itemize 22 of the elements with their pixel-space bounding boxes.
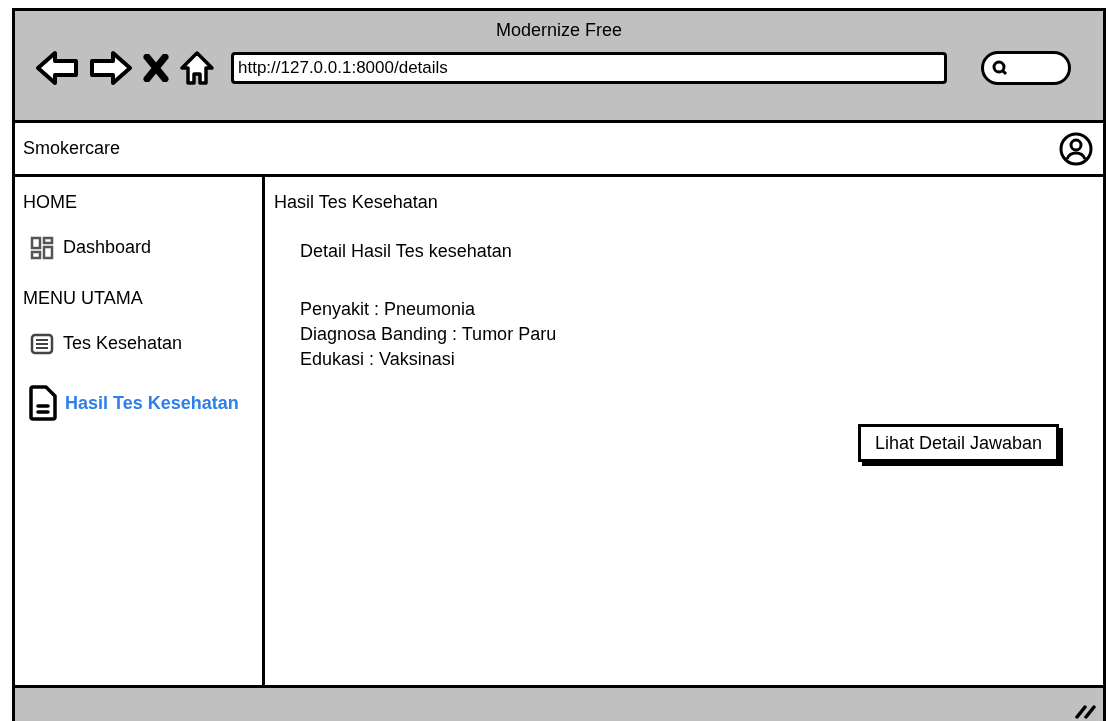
window-title: Modernize Free — [495, 19, 623, 42]
address-field[interactable]: http://127.0.0.1:8000/details — [231, 52, 947, 84]
forward-icon[interactable] — [89, 50, 133, 86]
page-title: Hasil Tes Kesehatan — [274, 191, 439, 214]
user-icon[interactable] — [1059, 131, 1093, 166]
section-title: Detail Hasil Tes kesehatan — [300, 240, 513, 263]
search-field[interactable] — [981, 51, 1071, 85]
dashboard-icon — [29, 234, 55, 261]
sidebar-link[interactable]: Hasil Tes Kesehatan — [65, 389, 239, 417]
search-icon — [992, 60, 1008, 76]
sidebar-link[interactable]: Dashboard — [63, 234, 152, 261]
close-icon[interactable] — [143, 54, 169, 82]
back-icon[interactable] — [35, 50, 79, 86]
section-heading: MENU UTAMA — [23, 287, 144, 310]
detail-text: Edukasi : Vaksinasi — [300, 348, 456, 371]
sidebar-link[interactable]: Tes Kesehatan — [63, 330, 183, 357]
home-icon[interactable] — [179, 50, 215, 86]
section-heading: HOME — [23, 191, 78, 214]
detail-text: Penyakit : Pneumonia — [300, 298, 477, 321]
document-icon — [29, 385, 57, 421]
app-title: Smokercare — [23, 137, 121, 160]
detail-text: Diagnosa Banding : Tumor Paru — [300, 323, 558, 346]
